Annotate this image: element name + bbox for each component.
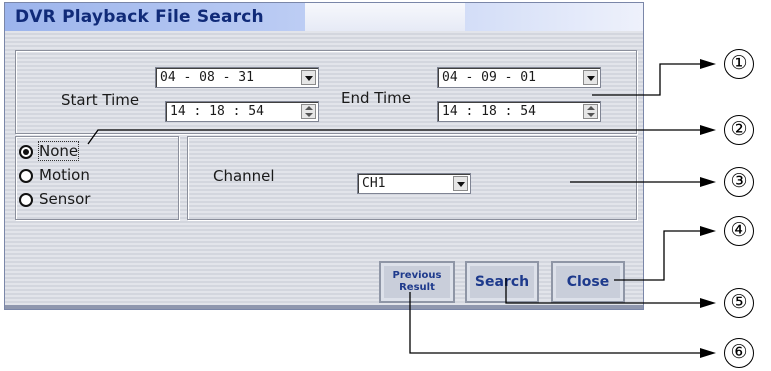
callout-line-4 <box>614 230 700 281</box>
callout-line-1 <box>592 63 700 96</box>
callout-lines <box>87 59 716 358</box>
callout-line-5 <box>505 278 700 304</box>
callout-line-6 <box>409 292 700 354</box>
callout-number-5: ⑤ <box>724 288 754 318</box>
callout-number-6: ⑥ <box>724 338 754 368</box>
arrow-head-2 <box>700 125 716 135</box>
callout-number-3: ③ <box>724 167 754 197</box>
arrow-head-4 <box>700 226 716 236</box>
arrow-head-6 <box>700 348 716 358</box>
callout-number-2: ② <box>724 115 754 145</box>
arrow-head-1 <box>700 59 716 69</box>
callout-number-1: ① <box>724 49 754 79</box>
arrow-head-5 <box>700 298 716 308</box>
arrow-head-3 <box>700 177 716 187</box>
callout-line-2 <box>87 129 700 145</box>
callout-number-4: ④ <box>724 216 754 246</box>
